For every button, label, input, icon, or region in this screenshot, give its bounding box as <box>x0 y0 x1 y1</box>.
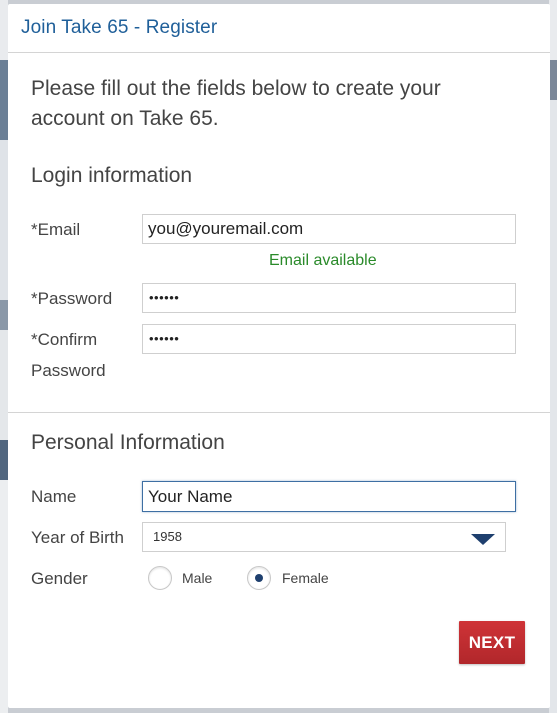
gender-female-radio[interactable] <box>247 566 271 590</box>
name-field[interactable]: Your Name <box>142 481 516 512</box>
register-modal: Join Take 65 - Register Please fill out … <box>8 4 550 708</box>
confirm-password-label-line1: *Confirm <box>31 330 98 349</box>
next-button[interactable]: NEXT <box>459 621 525 664</box>
confirm-password-field[interactable]: •••••• <box>142 324 516 354</box>
gender-female-label: Female <box>282 570 329 586</box>
section-divider <box>8 412 550 413</box>
password-field[interactable]: •••••• <box>142 283 516 313</box>
background-page-edge-right <box>549 0 557 713</box>
dropdown-arrow-icon[interactable] <box>471 534 495 545</box>
year-of-birth-select[interactable]: 1958 <box>142 522 506 552</box>
year-of-birth-label: Year of Birth <box>31 528 124 547</box>
background-page-edge-left <box>0 0 8 713</box>
radio-selected-dot-icon <box>255 574 263 582</box>
personal-section-title: Personal Information <box>31 431 225 454</box>
modal-title: Join Take 65 - Register <box>21 17 218 38</box>
modal-header: Join Take 65 - Register <box>8 4 550 53</box>
year-of-birth-value: 1958 <box>153 529 182 544</box>
intro-text: Please fill out the fields below to crea… <box>31 77 441 130</box>
email-field[interactable]: you@youremail.com <box>142 214 516 244</box>
gender-male-label: Male <box>182 570 213 586</box>
login-section-title: Login information <box>31 164 193 187</box>
email-status: Email available <box>269 252 377 269</box>
name-label: Name <box>31 487 77 506</box>
confirm-password-label-line2: Password <box>31 361 106 380</box>
email-label: *Email <box>31 220 81 239</box>
gender-label: Gender <box>31 569 88 588</box>
gender-male-radio[interactable] <box>148 566 172 590</box>
password-label: *Password <box>31 289 113 308</box>
